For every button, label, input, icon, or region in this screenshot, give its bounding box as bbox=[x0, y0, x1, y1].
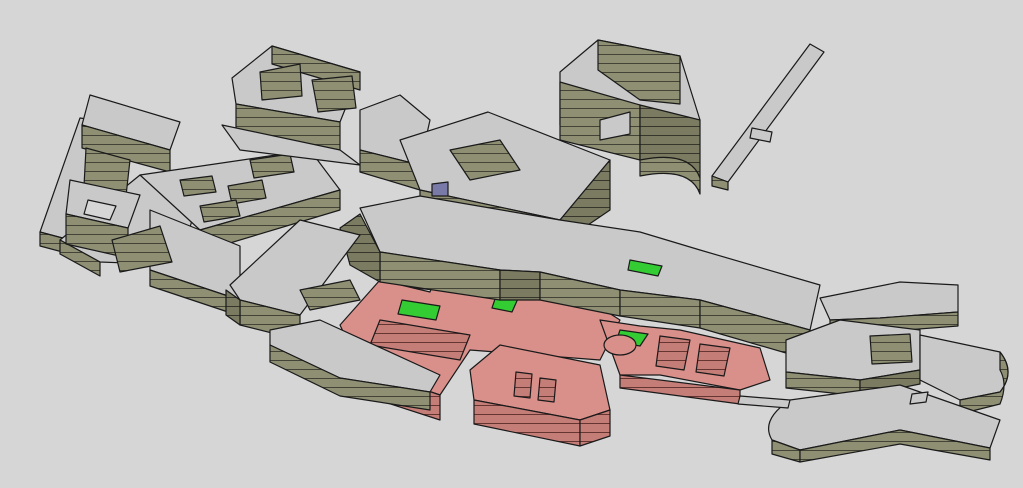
campus-model-viewport bbox=[0, 0, 1023, 488]
building-red-south bbox=[469, 344, 611, 447]
campus-model-drawing bbox=[39, 39, 1009, 463]
walkway-southeast bbox=[737, 395, 791, 409]
bridge-walkway bbox=[711, 43, 825, 191]
